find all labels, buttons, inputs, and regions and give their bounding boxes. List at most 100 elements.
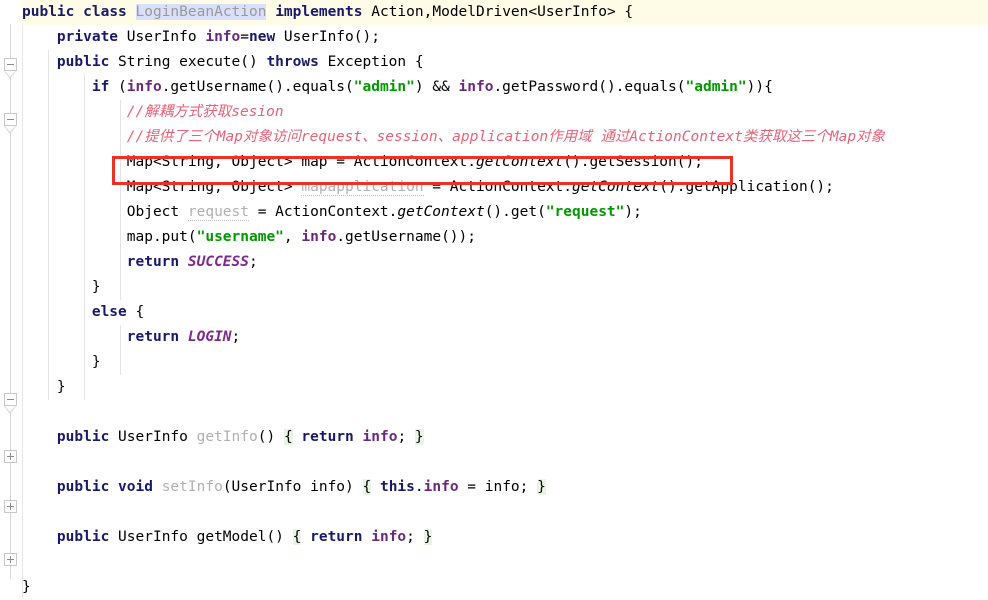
code-line[interactable]: Map<String, Object> mapapplication = Act…: [22, 175, 988, 200]
code-token: ().get(: [484, 204, 546, 220]
code-token: //解耦方式获取sesion: [126, 104, 284, 120]
code-token: = ActionContext.: [248, 204, 398, 220]
code-token: ;: [406, 529, 424, 545]
code-line[interactable]: [22, 450, 988, 475]
code-token: throws: [266, 54, 319, 70]
code-token: getContext: [571, 179, 660, 195]
code-token: }: [22, 354, 101, 370]
code-line[interactable]: Map<String, Object> map = ActionContext.…: [22, 150, 988, 175]
code-line[interactable]: //提供了三个Map对象访问request、session、applicatio…: [22, 125, 988, 150]
code-token: this: [379, 479, 415, 495]
code-surface[interactable]: public class LoginBeanAction implements …: [22, 0, 988, 599]
code-token: ().getSession();: [563, 154, 703, 170]
code-token: }: [537, 479, 546, 495]
code-token: public: [56, 54, 110, 70]
code-token: request: [187, 204, 249, 221]
code-line[interactable]: public class LoginBeanAction implements …: [22, 0, 988, 25]
code-token: info: [126, 79, 162, 95]
code-line[interactable]: }: [22, 375, 988, 400]
code-line[interactable]: map.put("username", info.getUsername());: [22, 225, 988, 250]
code-token: public: [22, 4, 75, 20]
code-token: .getPassword().equals(: [493, 79, 686, 95]
code-editor[interactable]: public class LoginBeanAction implements …: [0, 0, 988, 599]
code-token: UserInfo();: [275, 29, 380, 45]
code-line[interactable]: [22, 400, 988, 425]
code-line[interactable]: Object request = ActionContext.getContex…: [22, 200, 988, 225]
fold-expand-getmodel-icon[interactable]: [4, 553, 17, 566]
code-token: implements: [275, 4, 363, 20]
code-token: info: [371, 529, 407, 545]
code-token: return: [126, 329, 180, 345]
code-token: Object: [22, 204, 188, 220]
code-line[interactable]: public UserInfo getModel() { return info…: [22, 525, 988, 550]
code-token: "admin": [353, 79, 415, 95]
code-token: setInfo: [161, 479, 223, 495]
fold-gutter[interactable]: [0, 0, 23, 599]
code-token: .: [414, 479, 424, 495]
code-token: "admin": [685, 79, 747, 95]
code-line[interactable]: }: [22, 350, 988, 375]
code-token: private: [56, 29, 119, 45]
code-token: info: [458, 79, 494, 95]
code-line[interactable]: [22, 500, 988, 525]
fold-expand-getinfo-icon[interactable]: [4, 450, 17, 463]
code-token: );: [624, 204, 642, 220]
fold-collapse-execute-end-icon[interactable]: [4, 393, 17, 406]
code-line[interactable]: [22, 550, 988, 575]
code-line[interactable]: private UserInfo info=new UserInfo();: [22, 25, 988, 50]
code-line[interactable]: }: [22, 275, 988, 300]
code-line[interactable]: //解耦方式获取sesion: [22, 100, 988, 125]
code-line[interactable]: public UserInfo getInfo() { return info;…: [22, 425, 988, 450]
code-token: .getUsername());: [336, 229, 476, 245]
code-token: getContext: [397, 204, 485, 220]
code-token: (UserInfo info): [222, 479, 363, 495]
code-line[interactable]: }: [22, 575, 988, 600]
code-token: = info;: [458, 479, 538, 495]
fold-collapse-class-icon[interactable]: [4, 58, 17, 71]
code-token: Map<String, Object> map = ActionContext.: [22, 154, 476, 170]
code-token: LoginBeanAction: [135, 4, 267, 20]
code-token: }: [22, 379, 66, 395]
code-token: "request": [545, 204, 625, 220]
code-token: public: [56, 529, 110, 545]
code-token: new: [249, 29, 276, 45]
code-token: }: [22, 279, 101, 295]
code-token: {: [283, 429, 293, 445]
code-line[interactable]: public String execute() throws Exception…: [22, 50, 988, 75]
code-token: info: [205, 29, 241, 45]
fold-expand-setinfo-icon[interactable]: [4, 500, 17, 513]
code-line[interactable]: return SUCCESS;: [22, 250, 988, 275]
code-line[interactable]: if (info.getUsername().equals("admin") &…: [22, 75, 988, 100]
fold-collapse-method-execute-icon[interactable]: [4, 113, 17, 126]
code-token: (: [109, 79, 127, 95]
code-token: }: [414, 429, 424, 445]
code-token: getContext: [475, 154, 564, 170]
code-line[interactable]: return LOGIN;: [22, 325, 988, 350]
code-token: = ActionContext.: [423, 179, 572, 195]
code-token: Action,ModelDriven<UserInfo> {: [362, 4, 634, 20]
code-line[interactable]: else {: [22, 300, 988, 325]
code-token: }: [22, 579, 31, 595]
code-token: "username": [196, 229, 284, 245]
code-token: {: [126, 304, 145, 320]
code-token: else: [91, 304, 127, 320]
fold-region-tail-icon: [4, 126, 17, 135]
code-line[interactable]: public void setInfo(UserInfo info) { thi…: [22, 475, 988, 500]
code-token: ) &&: [414, 79, 459, 95]
code-token: UserInfo: [109, 429, 197, 445]
fold-region-tail-icon: [4, 406, 17, 415]
code-token: SUCCESS: [187, 254, 249, 270]
code-token: Map<String, Object>: [22, 179, 302, 195]
